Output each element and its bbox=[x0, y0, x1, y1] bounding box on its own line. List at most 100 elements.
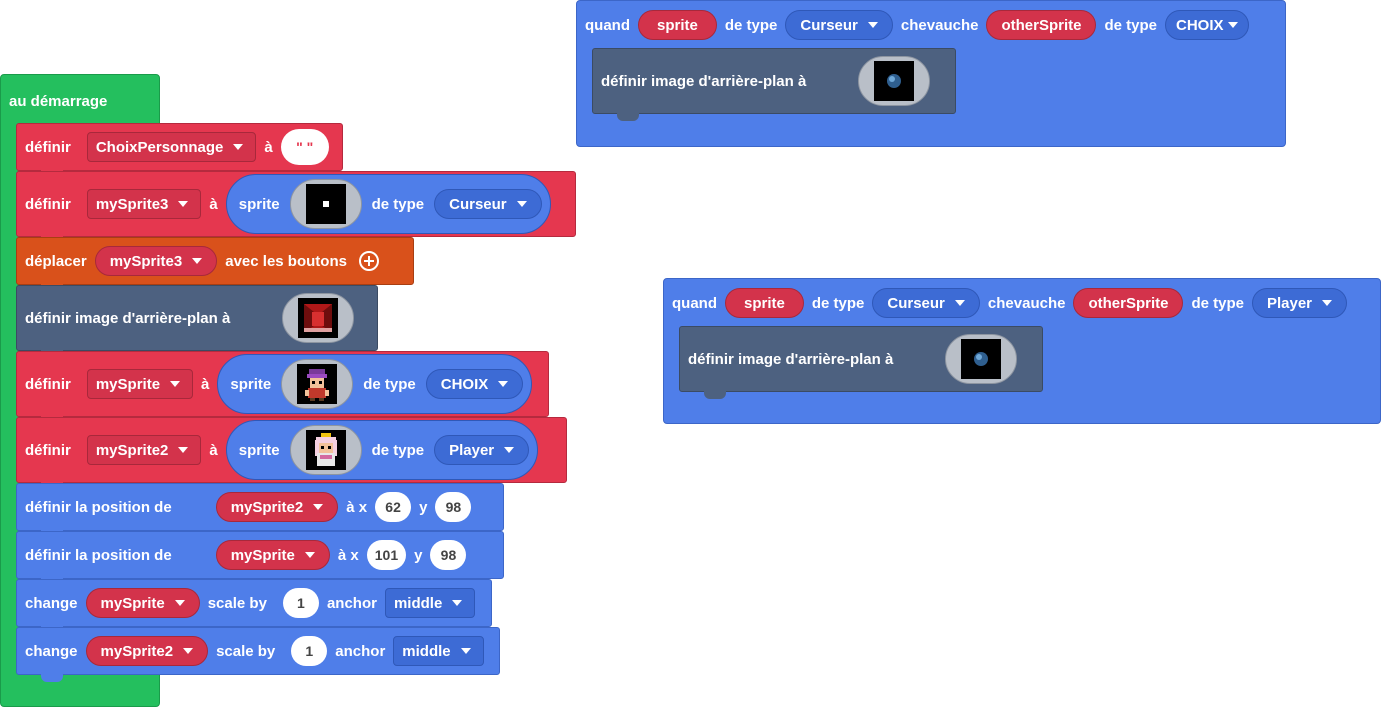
variable-dropdown[interactable]: mySprite2 bbox=[86, 435, 202, 465]
event-header: quand sprite de type Curseur chevauche o… bbox=[577, 1, 1249, 49]
variable-name: ChoixPersonnage bbox=[95, 138, 224, 156]
variable-name: mySprite2 bbox=[230, 498, 304, 516]
chevron-down-icon bbox=[460, 648, 471, 654]
y-label: y bbox=[419, 498, 428, 516]
planet-background-icon bbox=[961, 339, 1002, 379]
type-label: de type bbox=[371, 441, 425, 459]
create-sprite-reporter[interactable]: sprite de type CHOIX bbox=[217, 354, 533, 414]
string-input[interactable]: " " bbox=[280, 129, 329, 165]
change-scale-block[interactable]: change mySprite2 scale by 1 anchor middl… bbox=[16, 627, 500, 682]
position-label: définir la position de bbox=[25, 498, 172, 516]
kind-dropdown[interactable]: CHOIX bbox=[425, 369, 524, 399]
variable-name: mySprite3 bbox=[109, 252, 183, 270]
x-label: à x bbox=[346, 498, 368, 516]
block-notch bbox=[704, 391, 726, 399]
variable-dropdown[interactable]: mySprite3 bbox=[86, 189, 202, 219]
kind-dropdown[interactable]: CHOIX bbox=[1164, 10, 1249, 40]
sprite-variable-dropdown[interactable]: mySprite2 bbox=[215, 492, 339, 522]
kind-dropdown[interactable]: Player bbox=[1251, 288, 1348, 318]
anchor-value: middle bbox=[402, 642, 451, 660]
type-label: de type bbox=[1191, 294, 1244, 312]
kind-dropdown[interactable]: Curseur bbox=[785, 10, 893, 40]
x-input[interactable]: 62 bbox=[375, 492, 412, 522]
on-overlap-event-block[interactable]: quand sprite de type Curseur chevauche o… bbox=[663, 278, 1381, 424]
variable-dropdown[interactable]: ChoixPersonnage bbox=[86, 132, 257, 162]
create-sprite-reporter[interactable]: sprite de type Player bbox=[225, 420, 539, 480]
set-background-block[interactable]: définir image d'arrière-plan à bbox=[16, 285, 378, 358]
chevron-down-icon bbox=[498, 381, 509, 387]
chevron-down-icon bbox=[954, 300, 965, 306]
chevron-down-icon bbox=[183, 648, 194, 654]
sprite-param-label: sprite bbox=[744, 294, 785, 312]
set-variable-block[interactable]: définir ChoixPersonnage à " " bbox=[16, 123, 343, 178]
add-circle-icon[interactable] bbox=[358, 251, 379, 271]
background-label: définir image d'arrière-plan à bbox=[25, 309, 231, 327]
other-sprite-param[interactable]: otherSprite bbox=[1073, 288, 1184, 318]
set-background-block[interactable]: définir image d'arrière-plan à bbox=[592, 48, 956, 121]
y-input[interactable]: 98 bbox=[430, 540, 467, 570]
variable-dropdown[interactable]: mySprite bbox=[86, 369, 194, 399]
sprite-param[interactable]: sprite bbox=[725, 288, 804, 318]
sprite-param[interactable]: sprite bbox=[638, 10, 717, 40]
kind-dropdown[interactable]: Player bbox=[434, 435, 530, 465]
kind-value: Player bbox=[449, 441, 495, 459]
character-purple-icon bbox=[297, 364, 338, 404]
anchor-dropdown[interactable]: middle bbox=[393, 636, 484, 666]
create-sprite-reporter[interactable]: sprite de type Curseur bbox=[225, 174, 551, 234]
chevron-down-icon bbox=[313, 504, 324, 510]
sprite-variable-dropdown[interactable]: mySprite bbox=[85, 588, 200, 618]
chevron-down-icon bbox=[233, 144, 244, 150]
on-overlap-event-block[interactable]: quand sprite de type Curseur chevauche o… bbox=[576, 0, 1286, 147]
chevron-down-icon bbox=[178, 447, 189, 453]
move-with-buttons-block[interactable]: déplacer mySprite3 avec les boutons bbox=[16, 237, 414, 292]
kind-value: Player bbox=[1266, 294, 1313, 312]
type-label: de type bbox=[363, 375, 416, 393]
set-label: définir bbox=[25, 138, 71, 156]
anchor-dropdown[interactable]: middle bbox=[384, 588, 476, 618]
y-input[interactable]: 98 bbox=[435, 492, 472, 522]
set-sprite-block[interactable]: définir mySprite3 à sprite de type Curse… bbox=[16, 171, 576, 244]
set-label: définir bbox=[25, 441, 71, 459]
set-background-block[interactable]: définir image d'arrière-plan à bbox=[679, 326, 1043, 399]
sprite-label: sprite bbox=[230, 375, 272, 393]
sprite-image-picker[interactable] bbox=[289, 425, 362, 475]
chevron-down-icon bbox=[304, 552, 315, 558]
kind-value: CHOIX bbox=[1175, 16, 1224, 34]
x-label: à x bbox=[337, 546, 359, 564]
kind-dropdown[interactable]: Curseur bbox=[434, 189, 542, 219]
sprite-param-label: sprite bbox=[657, 16, 698, 34]
sprite-label: sprite bbox=[238, 195, 280, 213]
set-sprite-block[interactable]: définir mySprite2 à sprite de type Playe… bbox=[16, 417, 567, 490]
type-label: de type bbox=[1104, 16, 1157, 34]
change-scale-block[interactable]: change mySprite scale by 1 anchor middle bbox=[16, 579, 492, 634]
stage-background-icon bbox=[298, 298, 339, 338]
sprite-label: sprite bbox=[238, 441, 280, 459]
set-sprite-block[interactable]: définir mySprite à sprite de type CHOIX bbox=[16, 351, 549, 424]
type-label: de type bbox=[724, 16, 778, 34]
scale-label: scale by bbox=[216, 642, 276, 660]
variable-name: mySprite bbox=[230, 546, 295, 564]
background-label: définir image d'arrière-plan à bbox=[601, 72, 807, 90]
sprite-variable-dropdown[interactable]: mySprite2 bbox=[85, 636, 209, 666]
position-label: définir la position de bbox=[25, 546, 172, 564]
scale-input[interactable]: 1 bbox=[282, 588, 319, 618]
sprite-variable-dropdown[interactable]: mySprite bbox=[215, 540, 330, 570]
variable-dropdown[interactable]: mySprite3 bbox=[94, 246, 218, 276]
background-image-picker[interactable] bbox=[945, 334, 1018, 384]
when-label: quand bbox=[672, 294, 717, 312]
sprite-image-picker[interactable] bbox=[281, 359, 354, 409]
chevron-down-icon bbox=[504, 447, 515, 453]
to-label: à bbox=[209, 195, 218, 213]
background-image-picker[interactable] bbox=[282, 293, 355, 343]
set-position-block[interactable]: définir la position de mySprite à x 101 … bbox=[16, 531, 504, 586]
x-input[interactable]: 101 bbox=[366, 540, 407, 570]
scale-input[interactable]: 1 bbox=[291, 636, 328, 666]
kind-dropdown[interactable]: Curseur bbox=[872, 288, 980, 318]
y-label: y bbox=[414, 546, 423, 564]
set-position-block[interactable]: définir la position de mySprite2 à x 62 … bbox=[16, 483, 504, 538]
background-image-picker[interactable] bbox=[858, 56, 931, 106]
chevron-down-icon bbox=[178, 201, 189, 207]
block-notch bbox=[617, 113, 639, 121]
sprite-image-picker[interactable] bbox=[289, 179, 362, 229]
other-sprite-param[interactable]: otherSprite bbox=[986, 10, 1097, 40]
